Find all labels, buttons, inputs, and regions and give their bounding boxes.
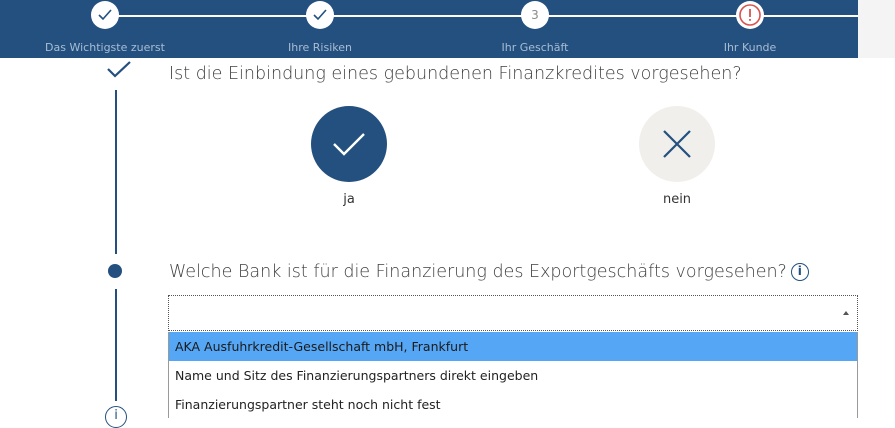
bank-dropdown-list: AKA Ausfuhrkredit-Gesellschaft mbH, Fran… — [168, 332, 858, 418]
step-das-wichtigste-zuerst[interactable]: Das Wichtigste zuerst — [5, 0, 205, 58]
info-icon[interactable]: i — [790, 263, 809, 281]
step-label: Das Wichtigste zuerst — [45, 41, 165, 54]
no-option[interactable]: nein — [617, 106, 737, 207]
step-label: Ihre Risiken — [288, 41, 352, 54]
arrow-up-icon — [843, 311, 849, 315]
yes-label: ja — [343, 192, 355, 207]
timeline-line — [115, 90, 117, 254]
step-label: Ihr Geschäft — [501, 41, 569, 54]
step-ihre-risiken[interactable]: Ihre Risiken — [220, 0, 420, 58]
step-label: Ihr Kunde — [723, 41, 777, 54]
check-icon — [306, 1, 334, 29]
bank-question-text: Welche Bank ist für die Finanzierung des… — [169, 262, 787, 282]
warning-icon — [736, 1, 764, 29]
no-label: nein — [662, 192, 692, 207]
step-number: 3 — [531, 8, 539, 22]
timeline-line — [115, 289, 117, 401]
step-ihr-geschaeft[interactable]: 3 Ihr Geschäft — [435, 0, 635, 58]
dropdown-option[interactable]: AKA Ausfuhrkredit-Gesellschaft mbH, Fran… — [169, 332, 857, 361]
yes-option[interactable]: ja — [289, 106, 409, 207]
close-icon[interactable] — [639, 106, 715, 182]
check-icon — [106, 60, 132, 84]
check-icon[interactable] — [311, 106, 387, 182]
check-icon — [91, 1, 119, 29]
progress-stepper: Das Wichtigste zuerst Ihre Risiken 3 Ihr… — [0, 0, 858, 58]
financing-question: Ist die Einbindung eines gebundenen Fina… — [169, 64, 742, 84]
bank-select[interactable] — [168, 295, 858, 331]
info-icon: i — [105, 406, 127, 428]
step-ihr-kunde[interactable]: Ihr Kunde — [650, 0, 850, 58]
dropdown-option[interactable]: Name und Sitz des Finanzierungspartners … — [169, 361, 857, 390]
stepper-right-panel — [858, 0, 895, 58]
timeline-active-dot — [108, 264, 122, 278]
step-number-circle: 3 — [521, 1, 549, 29]
dropdown-option[interactable]: Finanzierungspartner steht noch nicht fe… — [169, 390, 857, 418]
bank-question: Welche Bank ist für die Finanzierung des… — [169, 262, 809, 282]
